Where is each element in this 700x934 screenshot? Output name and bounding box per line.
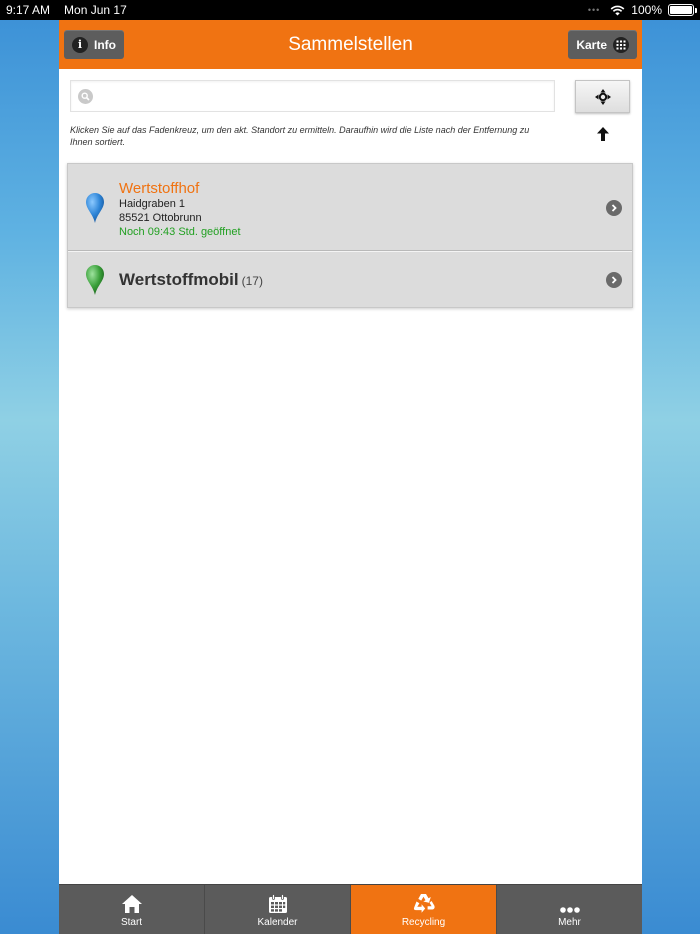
tab-mehr[interactable]: Mehr: [497, 885, 642, 934]
arrow-up-icon: [597, 127, 609, 141]
status-bar: 9:17 AM Mon Jun 17 ••• 100%: [0, 0, 700, 20]
page-title: Sammelstellen: [288, 33, 413, 55]
mobile-count: (17): [241, 274, 263, 288]
list-item-wertstoffhof[interactable]: Wertstoffhof Haidgraben 1 85521 Ottobrun…: [68, 164, 632, 251]
opening-status: Noch 09:43 Std. geöffnet: [119, 226, 241, 238]
chevron-right-icon: [606, 272, 622, 288]
list-item-wertstoffmobil[interactable]: Wertstoffmobil (17): [68, 251, 632, 307]
battery-percent: 100%: [631, 3, 662, 17]
location-name: Wertstoffhof: [119, 180, 200, 197]
tab-kalender[interactable]: Kalender: [205, 885, 351, 934]
location-hint-text: Klicken Sie auf das Fadenkreuz, um den a…: [70, 125, 530, 147]
info-icon: i: [72, 36, 88, 53]
home-icon: [121, 895, 142, 913]
search-row: [70, 80, 631, 113]
app-window: i Info Sammelstellen Karte Klicken Sie a…: [59, 20, 642, 934]
tab-label: Recycling: [401, 917, 446, 928]
search-input[interactable]: [99, 85, 549, 109]
tab-bar: Start Kalender Recycling Mehr: [59, 884, 642, 934]
map-pin-green-icon: [86, 265, 104, 295]
wifi-icon: [610, 5, 625, 15]
info-button[interactable]: i Info: [64, 30, 124, 59]
location-street: Haidgraben 1: [119, 198, 186, 210]
navigation-bar: i Info Sammelstellen Karte: [59, 20, 642, 69]
search-icon: [78, 89, 93, 104]
map-button[interactable]: Karte: [568, 30, 637, 59]
tab-label: Kalender: [257, 917, 298, 928]
mobile-name: Wertstoffmobil: [119, 270, 239, 289]
battery-icon: [668, 4, 697, 16]
calendar-icon: [268, 894, 287, 913]
status-date: Mon Jun 17: [64, 3, 127, 17]
search-box: [70, 80, 555, 112]
collection-points-list: Wertstoffhof Haidgraben 1 85521 Ottobrun…: [67, 163, 633, 308]
status-time: 9:17 AM: [6, 3, 51, 17]
tab-label: Mehr: [558, 917, 581, 928]
map-button-label: Karte: [576, 37, 607, 52]
tab-label: Start: [120, 917, 143, 928]
locate-button[interactable]: [575, 80, 630, 113]
info-button-label: Info: [94, 37, 116, 52]
more-icon: [559, 907, 580, 913]
recycle-icon: [413, 894, 435, 913]
multitask-dots-icon: •••: [587, 5, 601, 15]
crosshair-icon: [594, 88, 611, 105]
grid-icon: [613, 36, 629, 53]
location-city: 85521 Ottobrunn: [119, 212, 202, 224]
mobile-title: Wertstoffmobil (17): [119, 270, 263, 290]
map-pin-blue-icon: [86, 193, 104, 223]
chevron-right-icon: [606, 200, 622, 216]
tab-recycling[interactable]: Recycling: [351, 885, 497, 934]
tab-start[interactable]: Start: [59, 885, 205, 934]
